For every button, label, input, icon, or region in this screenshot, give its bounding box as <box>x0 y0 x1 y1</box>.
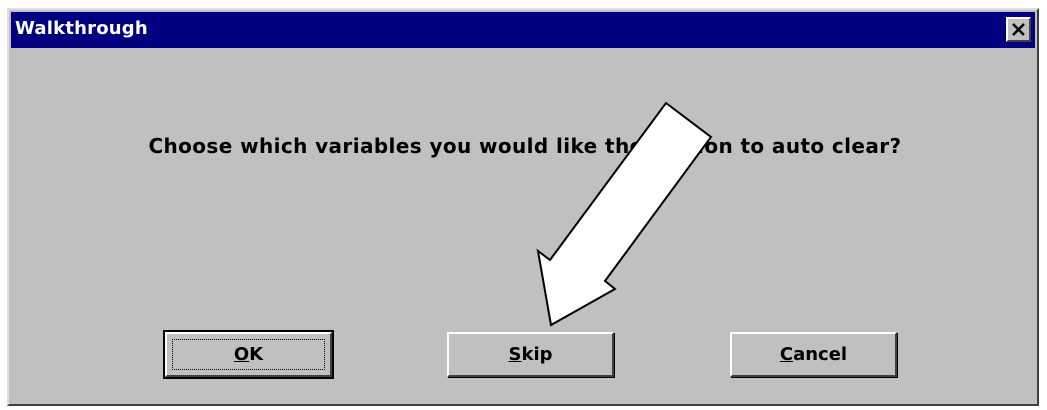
close-button[interactable] <box>1006 17 1031 42</box>
focus-rectangle <box>172 339 325 370</box>
prompt-message: Choose which variables you would like th… <box>148 134 902 158</box>
title-bar[interactable]: Walkthrough <box>11 12 1035 48</box>
skip-button[interactable]: Skip <box>447 332 614 377</box>
skip-mnemonic: S <box>508 344 522 365</box>
walkthrough-dialog: Walkthrough Choose which variables you w… <box>7 8 1039 406</box>
cancel-mnemonic: C <box>779 344 794 365</box>
skip-label-rest: kip <box>521 344 553 365</box>
cancel-label-rest: ancel <box>793 344 848 365</box>
close-icon <box>1012 23 1025 36</box>
cancel-button[interactable]: Cancel <box>730 332 897 377</box>
ok-button[interactable]: OK <box>163 330 334 379</box>
window-title: Walkthrough <box>15 18 148 39</box>
